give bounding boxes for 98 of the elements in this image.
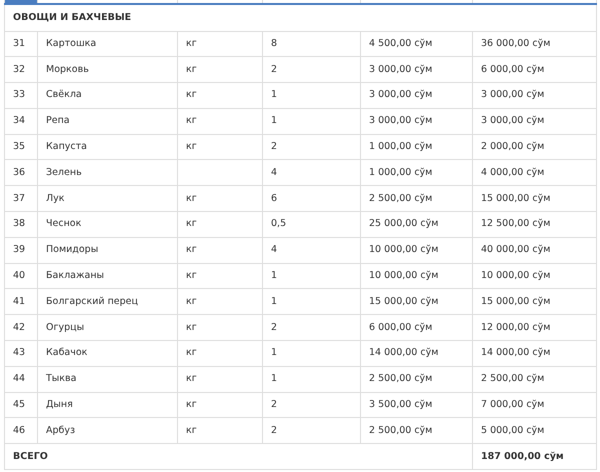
table-cell: кг bbox=[178, 237, 262, 264]
table-cell: 14 000,00 сўм bbox=[360, 340, 472, 366]
table-cell: Тыква bbox=[38, 366, 178, 392]
table-cell: 5 000,00 сўм bbox=[472, 418, 596, 444]
table-cell: 6 000,00 сўм bbox=[472, 56, 596, 83]
table-cell: 36 000,00 сўм bbox=[472, 31, 596, 57]
table-cell: Дыня bbox=[38, 392, 178, 418]
table-cell: кг bbox=[178, 340, 262, 366]
table-cell: 44 bbox=[4, 366, 38, 392]
table-cell: 2 500,00 сўм bbox=[360, 418, 472, 444]
table-cell: 1 bbox=[262, 82, 360, 108]
table-cell: 15 000,00 сўм bbox=[360, 288, 472, 315]
table-cell: 31 bbox=[4, 31, 38, 57]
table-cell: 2 500,00 сўм bbox=[360, 186, 472, 212]
table-cell: 3 500,00 сўм bbox=[360, 392, 472, 418]
table-cell: 42 bbox=[4, 314, 38, 341]
table-cell: 10 000,00 сўм bbox=[360, 237, 472, 264]
table-cell: 2 500,00 сўм bbox=[360, 366, 472, 392]
table-cell: 1 bbox=[262, 366, 360, 392]
table-cell: кг bbox=[178, 392, 262, 418]
table-cell: Зелень bbox=[38, 160, 178, 186]
table-cell: 1 bbox=[262, 340, 360, 366]
table-cell: 41 bbox=[4, 288, 38, 315]
table-cell: 2 bbox=[262, 392, 360, 418]
table-cell: Капуста bbox=[38, 134, 178, 160]
table-cell: 40 bbox=[4, 263, 38, 289]
section-title: ОВОЩИ И БАХЧЕВЫЕ bbox=[4, 4, 596, 31]
table-cell: 1 000,00 сўм bbox=[360, 160, 472, 186]
table-cell: 7 000,00 сўм bbox=[472, 392, 596, 418]
table-cell: 3 000,00 сўм bbox=[472, 82, 596, 108]
table-cell: кг bbox=[178, 263, 262, 289]
table-cell: 1 bbox=[262, 288, 360, 315]
table-cell: 15 000,00 сўм bbox=[472, 186, 596, 212]
table-cell: 40 000,00 сўм bbox=[472, 237, 596, 264]
table-cell: Арбуз bbox=[38, 418, 178, 444]
table-cell: 2 500,00 сўм bbox=[472, 366, 596, 392]
table-cell: Морковь bbox=[38, 56, 178, 83]
table-cell: 8 bbox=[262, 31, 360, 57]
total-value: 187 000,00 сўм bbox=[472, 444, 596, 470]
table-cell: Болгарский перец bbox=[38, 288, 178, 315]
table-cell: 1 000,00 сўм bbox=[360, 134, 472, 160]
table-cell: 12 000,00 сўм bbox=[472, 314, 596, 341]
table-cell: 25 000,00 сўм bbox=[360, 212, 472, 238]
table-cell: 2 000,00 сўм bbox=[472, 134, 596, 160]
table-cell: 43 bbox=[4, 340, 38, 366]
table-cell: 3 000,00 сўм bbox=[472, 108, 596, 134]
table-cell: 2 bbox=[262, 418, 360, 444]
table-cell: 4 500,00 сўм bbox=[360, 31, 472, 57]
table-cell: 6 bbox=[262, 186, 360, 212]
table-cell: кг bbox=[178, 288, 262, 315]
table-cell: 2 bbox=[262, 134, 360, 160]
table-cell: 45 bbox=[4, 392, 38, 418]
table-cell: 12 500,00 сўм bbox=[472, 212, 596, 238]
table-cell: 38 bbox=[4, 212, 38, 238]
table-cell: 37 bbox=[4, 186, 38, 212]
table-cell: 32 bbox=[4, 56, 38, 83]
table-cell: кг bbox=[178, 418, 262, 444]
table-cell: 0,5 bbox=[262, 212, 360, 238]
table-cell: 3 000,00 сўм bbox=[360, 56, 472, 83]
table-cell: Чеснок bbox=[38, 212, 178, 238]
table-cell: 46 bbox=[4, 418, 38, 444]
table-cell: 39 bbox=[4, 237, 38, 264]
table-cell: 10 000,00 сўм bbox=[472, 263, 596, 289]
table-cell: 14 000,00 сўм bbox=[472, 340, 596, 366]
table-cell: Картошка bbox=[38, 31, 178, 57]
table-cell: Кабачок bbox=[38, 340, 178, 366]
table-cell: 34 bbox=[4, 108, 38, 134]
table-cell: Огурцы bbox=[38, 314, 178, 341]
table-cell: кг bbox=[178, 82, 262, 108]
table-cell: Помидоры bbox=[38, 237, 178, 264]
table-cell: 1 bbox=[262, 263, 360, 289]
table-cell: 2 bbox=[262, 314, 360, 341]
table-cell: 35 bbox=[4, 134, 38, 160]
table-cell: Репа bbox=[38, 108, 178, 134]
table-cell: 4 bbox=[262, 237, 360, 264]
table-cell: кг bbox=[178, 134, 262, 160]
table-cell: кг bbox=[178, 56, 262, 83]
table-cell: 1 bbox=[262, 108, 360, 134]
table-cell: 10 000,00 сўм bbox=[360, 263, 472, 289]
table-cell: 4 bbox=[262, 160, 360, 186]
table-cell: 36 bbox=[4, 160, 38, 186]
table-cell: 4 000,00 сўм bbox=[472, 160, 596, 186]
table-cell: Свёкла bbox=[38, 82, 178, 108]
table-cell: 6 000,00 сўм bbox=[360, 314, 472, 341]
table-cell: кг bbox=[178, 108, 262, 134]
table-cell: кг bbox=[178, 314, 262, 341]
table-cell: 3 000,00 сўм bbox=[360, 108, 472, 134]
table-cell: 3 000,00 сўм bbox=[360, 82, 472, 108]
table-cell: 15 000,00 сўм bbox=[472, 288, 596, 315]
table-cell: 2 bbox=[262, 56, 360, 83]
table-cell: кг bbox=[178, 366, 262, 392]
table-cell: Баклажаны bbox=[38, 263, 178, 289]
table-cell: кг bbox=[178, 186, 262, 212]
table-cell: Лук bbox=[38, 186, 178, 212]
table-cell: кг bbox=[178, 31, 262, 57]
table-cell: кг bbox=[178, 212, 262, 238]
total-label: ВСЕГО bbox=[4, 444, 472, 470]
table-cell: 33 bbox=[4, 82, 38, 108]
